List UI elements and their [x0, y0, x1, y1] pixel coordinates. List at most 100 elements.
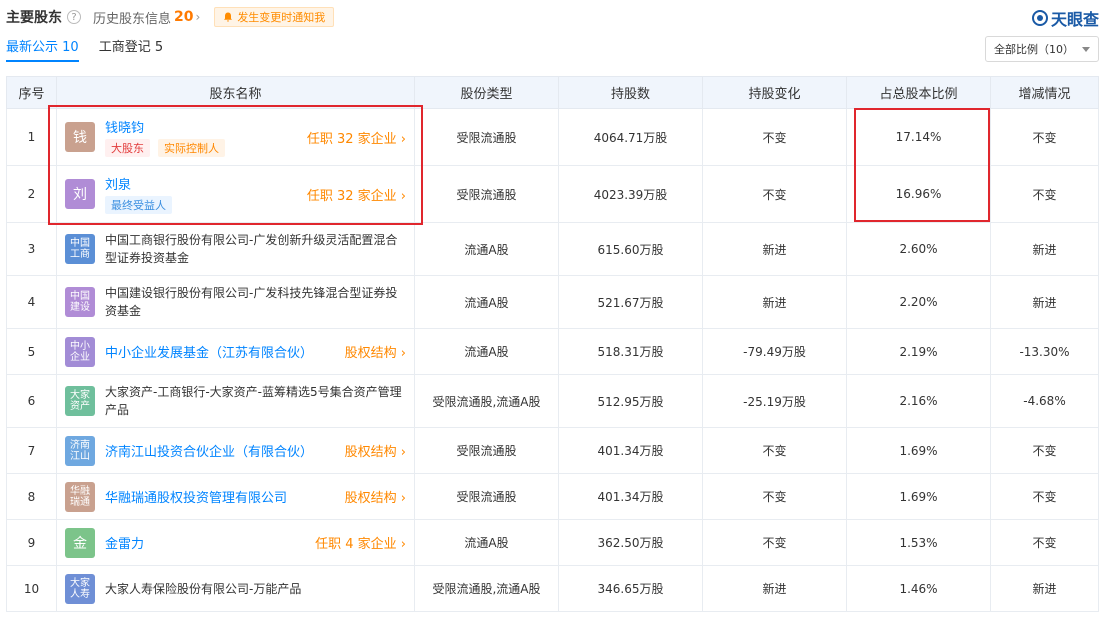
- ratio-value: 1.53%: [846, 519, 991, 566]
- shareholder-name-link[interactable]: 华融瑞通股权投资管理有限公司: [105, 487, 337, 506]
- tag-actual-controller: 实际控制人: [158, 139, 225, 157]
- row-index: 6: [6, 374, 57, 428]
- shareholder-cell: 大家资产 大家资产-工商银行-大家资产-蓝筹精选5号集合资产管理产品: [56, 374, 415, 428]
- ratio-filter-select[interactable]: 全部比例（10）: [985, 36, 1099, 62]
- row-index: 2: [6, 165, 57, 223]
- col-name: 股东名称: [56, 76, 415, 109]
- table-row: 10 大家人寿 大家人寿保险股份有限公司-万能产品 受限流通股,流通A股 346…: [6, 565, 1099, 612]
- shareholder-cell: 中小企业 中小企业发展基金（江苏有限合伙） 股权结构 ›: [56, 328, 415, 375]
- history-shareholders-link[interactable]: 历史股东信息 20 ›: [93, 8, 200, 27]
- shareholder-cell: 中国建设 中国建设银行股份有限公司-广发科技先锋混合型证券投资基金: [56, 275, 415, 329]
- trend-value: 不变: [990, 427, 1099, 474]
- table-header-row: 序号 股东名称 股份类型 持股数 持股变化 占总股本比例 增减情况: [6, 76, 1099, 109]
- col-share-type: 股份类型: [414, 76, 559, 109]
- shares-count: 518.31万股: [558, 328, 703, 375]
- history-label: 历史股东信息: [93, 11, 172, 27]
- shareholder-cell: 大家人寿 大家人寿保险股份有限公司-万能产品: [56, 565, 415, 612]
- shares-change: -25.19万股: [702, 374, 847, 428]
- shares-change: 新进: [702, 222, 847, 276]
- table-row: 5 中小企业 中小企业发展基金（江苏有限合伙） 股权结构 › 流通A股 518.…: [6, 328, 1099, 375]
- header-bar: 主要股东 ? 历史股东信息 20 › 发生变更时通知我 天眼查: [6, 6, 1107, 29]
- row-index: 10: [6, 565, 57, 612]
- notify-button[interactable]: 发生变更时通知我: [214, 7, 335, 27]
- tab-latest[interactable]: 最新公示 10: [6, 36, 79, 62]
- tab-bar: 最新公示 10 工商登记 5: [6, 36, 183, 62]
- shares-count: 401.34万股: [558, 473, 703, 520]
- ratio-value: 2.60%: [846, 222, 991, 276]
- shares-change: 不变: [702, 427, 847, 474]
- chevron-down-icon: [1082, 46, 1090, 52]
- col-ratio: 占总股本比例: [846, 76, 991, 109]
- shareholder-name: 中国工商银行股份有限公司-广发创新升级灵活配置混合型证券投资基金: [105, 233, 398, 265]
- col-change: 持股变化: [702, 76, 847, 109]
- equity-structure-link[interactable]: 股权结构 ›: [345, 441, 406, 460]
- shareholder-name-link[interactable]: 中小企业发展基金（江苏有限合伙）: [105, 342, 337, 361]
- ratio-value: 1.69%: [846, 473, 991, 520]
- equity-structure-link[interactable]: 股权结构 ›: [345, 342, 406, 361]
- shareholder-logo: 大家人寿: [65, 573, 95, 604]
- shareholder-cell: 刘 刘泉 最终受益人 任职 32 家企业 ›: [56, 165, 415, 223]
- table-row: 6 大家资产 大家资产-工商银行-大家资产-蓝筹精选5号集合资产管理产品 受限流…: [6, 374, 1099, 428]
- positions-link[interactable]: 任职 4 家企业 ›: [315, 533, 406, 552]
- shareholder-cell: 金 金雷力 任职 4 家企业 ›: [56, 519, 415, 566]
- positions-link[interactable]: 任职 32 家企业 ›: [307, 185, 406, 204]
- share-type: 受限流通股: [414, 427, 559, 474]
- shares-count: 521.67万股: [558, 275, 703, 329]
- tag-beneficial-owner: 最终受益人: [105, 196, 172, 214]
- share-type: 流通A股: [414, 328, 559, 375]
- shareholder-cell: 济南江山 济南江山投资合伙企业（有限合伙） 股权结构 ›: [56, 427, 415, 474]
- equity-structure-link[interactable]: 股权结构 ›: [345, 487, 406, 506]
- share-type: 受限流通股: [414, 165, 559, 223]
- ratio-value: 2.19%: [846, 328, 991, 375]
- table-row: 2 刘 刘泉 最终受益人 任职 32 家企业 › 受限流通股 4023.39万股…: [6, 165, 1099, 223]
- shareholder-name: 大家资产-工商银行-大家资产-蓝筹精选5号集合资产管理产品: [105, 385, 402, 417]
- ratio-value: 16.96%: [846, 165, 991, 223]
- col-trend: 增减情况: [990, 76, 1099, 109]
- table-row: 1 钱 钱晓钧 大股东 实际控制人 任职 32 家企业 › 受限流通股 4064…: [6, 108, 1099, 166]
- share-type: 受限流通股,流通A股: [414, 565, 559, 612]
- col-shares: 持股数: [558, 76, 703, 109]
- share-type: 流通A股: [414, 519, 559, 566]
- shareholder-name-link[interactable]: 刘泉: [105, 174, 299, 193]
- shares-count: 401.34万股: [558, 427, 703, 474]
- shareholder-name-link[interactable]: 钱晓钧: [105, 117, 299, 136]
- trend-value: 新进: [990, 565, 1099, 612]
- shareholder-cell: 钱 钱晓钧 大股东 实际控制人 任职 32 家企业 ›: [56, 108, 415, 166]
- shareholder-name: 大家人寿保险股份有限公司-万能产品: [105, 581, 302, 596]
- shares-change: 新进: [702, 275, 847, 329]
- shareholder-logo: 大家资产: [65, 386, 95, 416]
- history-count: 20: [174, 9, 194, 25]
- shares-count: 4064.71万股: [558, 108, 703, 166]
- table-row: 3 中国工商 中国工商银行股份有限公司-广发创新升级灵活配置混合型证券投资基金 …: [6, 222, 1099, 276]
- chevron-right-icon: ›: [195, 10, 201, 24]
- shares-change: 新进: [702, 565, 847, 612]
- shares-change: 不变: [702, 519, 847, 566]
- shares-change: 不变: [702, 165, 847, 223]
- shares-count: 615.60万股: [558, 222, 703, 276]
- row-index: 9: [6, 519, 57, 566]
- ratio-value: 2.16%: [846, 374, 991, 428]
- page-title: 主要股东: [6, 10, 62, 26]
- positions-link[interactable]: 任职 32 家企业 ›: [307, 128, 406, 147]
- tab-registration[interactable]: 工商登记 5: [99, 36, 163, 62]
- row-index: 8: [6, 473, 57, 520]
- share-type: 流通A股: [414, 222, 559, 276]
- trend-value: 不变: [990, 473, 1099, 520]
- row-index: 3: [6, 222, 57, 276]
- shareholder-cell: 华融瑞通 华融瑞通股权投资管理有限公司 股权结构 ›: [56, 473, 415, 520]
- help-icon[interactable]: ?: [67, 10, 81, 24]
- row-index: 5: [6, 328, 57, 375]
- shareholder-name-link[interactable]: 金雷力: [105, 533, 307, 552]
- shareholder-cell: 中国工商 中国工商银行股份有限公司-广发创新升级灵活配置混合型证券投资基金: [56, 222, 415, 276]
- table-row: 4 中国建设 中国建设银行股份有限公司-广发科技先锋混合型证券投资基金 流通A股…: [6, 275, 1099, 329]
- shares-change: 不变: [702, 108, 847, 166]
- shareholder-name-link[interactable]: 济南江山投资合伙企业（有限合伙）: [105, 441, 337, 460]
- shareholder-logo: 华融瑞通: [65, 481, 95, 512]
- shares-count: 4023.39万股: [558, 165, 703, 223]
- table-row: 7 济南江山 济南江山投资合伙企业（有限合伙） 股权结构 › 受限流通股 401…: [6, 427, 1099, 474]
- share-type: 受限流通股: [414, 108, 559, 166]
- table-row: 9 金 金雷力 任职 4 家企业 › 流通A股 362.50万股 不变 1.53…: [6, 519, 1099, 566]
- ratio-value: 1.46%: [846, 565, 991, 612]
- shares-count: 362.50万股: [558, 519, 703, 566]
- trend-value: 不变: [990, 519, 1099, 566]
